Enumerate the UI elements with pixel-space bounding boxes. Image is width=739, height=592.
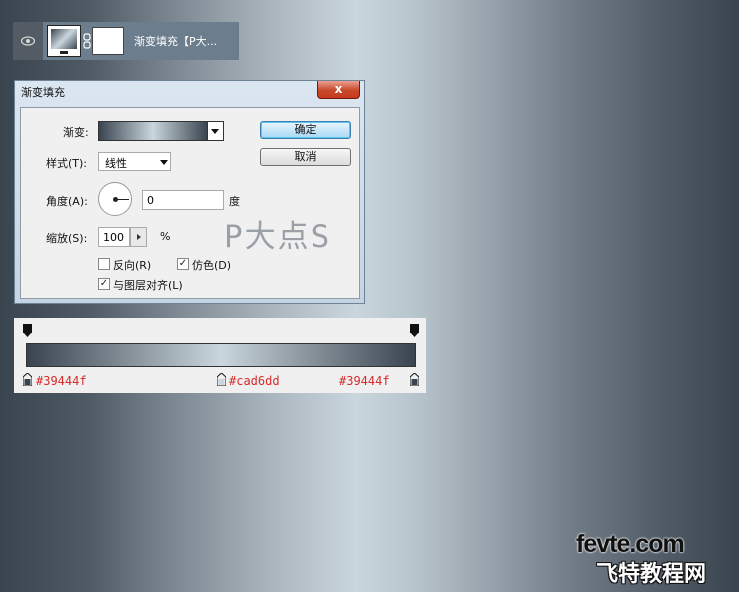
color-stop-right[interactable] xyxy=(410,373,419,386)
layer-row[interactable]: 渐变填充【P大... xyxy=(13,22,239,60)
eye-icon xyxy=(21,36,35,46)
scale-label: 缩放(S): xyxy=(46,232,88,245)
site-logo-subtitle: 飞特教程网 xyxy=(596,562,707,587)
style-select[interactable]: 线性 xyxy=(98,152,171,171)
scale-unit: % xyxy=(160,230,171,243)
style-label: 样式(T): xyxy=(46,157,88,170)
color-stop-right-label: #39444f xyxy=(339,374,390,388)
watermark: P大点S xyxy=(224,219,332,255)
layer-name: 渐变填充【P大... xyxy=(134,35,218,48)
gradient-preview-bar[interactable] xyxy=(26,343,416,367)
dither-checkbox[interactable]: ✓ xyxy=(177,258,189,270)
gradient-layer-thumbnail[interactable] xyxy=(47,25,81,57)
angle-unit: 度 xyxy=(229,195,240,208)
dialog-title: 渐变填充 xyxy=(21,86,65,99)
style-value: 线性 xyxy=(105,157,127,170)
cancel-button[interactable]: 取消 xyxy=(260,148,351,166)
gradient-dropdown-button[interactable] xyxy=(208,121,224,141)
scale-input[interactable]: 100 xyxy=(98,227,130,247)
reverse-label: 反向(R) xyxy=(113,259,152,272)
opacity-stop-right[interactable] xyxy=(410,324,419,337)
gradient-picker[interactable] xyxy=(98,121,208,141)
gradient-fill-dialog: 渐变填充 x 渐变: 样式(T): 线性 角度(A): 0 度 缩放(S): 1… xyxy=(14,80,365,304)
color-stop-middle[interactable] xyxy=(217,373,226,386)
close-button[interactable]: x xyxy=(317,81,360,99)
color-stop-middle-label: #cad6dd xyxy=(229,374,280,388)
color-stop-left[interactable] xyxy=(23,373,32,386)
gradient-label: 渐变: xyxy=(63,126,89,139)
opacity-stop-left[interactable] xyxy=(23,324,32,337)
chevron-right-icon xyxy=(137,234,141,240)
gradient-editor: #39444f #cad6dd #39444f xyxy=(14,318,426,393)
color-stop-left-label: #39444f xyxy=(36,374,87,388)
ok-button[interactable]: 确定 xyxy=(260,121,351,139)
dialog-body: 渐变: 样式(T): 线性 角度(A): 0 度 缩放(S): 100 % 反向… xyxy=(20,107,360,299)
chevron-down-icon xyxy=(211,129,219,134)
layer-mask-thumbnail[interactable] xyxy=(92,27,124,55)
chain-link-icon[interactable] xyxy=(83,33,91,49)
scale-stepper-button[interactable] xyxy=(130,227,147,247)
align-with-layer-checkbox[interactable]: ✓ xyxy=(98,278,110,290)
align-with-layer-label: 与图层对齐(L) xyxy=(113,279,183,292)
dither-label: 仿色(D) xyxy=(192,259,232,272)
reverse-checkbox[interactable] xyxy=(98,258,110,270)
angle-dial[interactable] xyxy=(98,182,132,216)
angle-label: 角度(A): xyxy=(46,195,88,208)
site-logo-text: fevte.com xyxy=(576,530,685,558)
chevron-down-icon xyxy=(160,160,168,165)
angle-input[interactable]: 0 xyxy=(142,190,224,210)
visibility-toggle[interactable] xyxy=(13,22,43,60)
